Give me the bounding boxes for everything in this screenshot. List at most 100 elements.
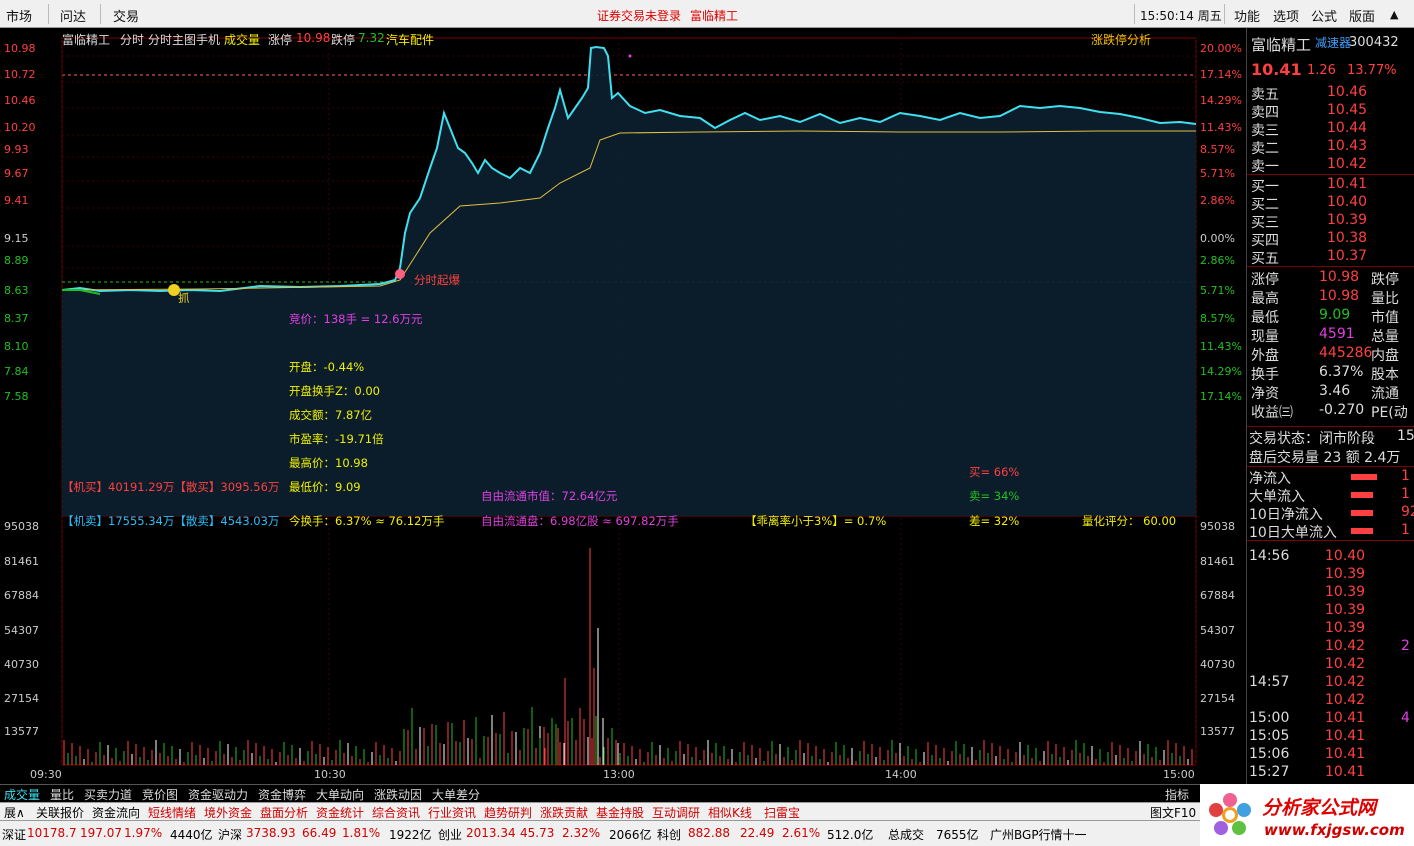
flow-row: 净流入 1 (1247, 468, 1414, 487)
info-tab[interactable]: 互动调研 (652, 804, 700, 821)
panel-divider (1247, 466, 1414, 467)
menu-formula[interactable]: 公式 (1311, 6, 1337, 25)
indicator-button[interactable]: 指标 (1165, 786, 1189, 803)
indicator-tab[interactable]: 买卖力道 (84, 786, 132, 803)
indicator-tab[interactable]: 量比 (50, 786, 74, 803)
stat-value: 10.98 (1319, 269, 1360, 285)
stat-label2: 流通 (1371, 386, 1399, 402)
menu-market[interactable]: 市场 (6, 6, 32, 25)
indicator-tab[interactable]: 大单动向 (316, 786, 364, 803)
tick-time: 14:56 (1249, 548, 1290, 564)
info-tab[interactable]: 资金流向 (92, 804, 140, 821)
collapse-icon[interactable]: ▲ (1390, 8, 1398, 21)
price-tick-left: 9.93 (4, 143, 29, 156)
stock-title: 富临精工 (690, 9, 739, 23)
vol-tick-left: 95038 (4, 520, 39, 533)
info-tab[interactable]: 相似K线 (708, 804, 752, 821)
pct-tick-right: 2.86% (1200, 194, 1235, 207)
menu-options[interactable]: 选项 (1273, 6, 1299, 25)
vol-tick-left: 54307 (4, 624, 39, 637)
pe-annotation: 市盈率：-19.71倍 (289, 432, 384, 446)
sector-label[interactable]: 汽车配件 (386, 31, 434, 48)
stat-label: 净资 (1251, 386, 1279, 402)
price-tick-left: 9.41 (4, 194, 29, 207)
flow-bar (1351, 474, 1377, 480)
limit-analysis-button[interactable]: 涨跌停分析 (1091, 31, 1151, 48)
ask-label: 卖四 (1251, 105, 1279, 121)
sz-pct: 1.97% (124, 826, 163, 840)
tick-price: 10.39 (1325, 602, 1366, 618)
tick-row: 10.42 (1247, 656, 1414, 674)
flow-row: 10日大单流入 1 (1247, 522, 1414, 541)
stat-row: 净资 3.46 流通 (1247, 383, 1414, 402)
bid-row: 买三 10.39 (1247, 212, 1414, 231)
deviation-annotation: 【乖离率小于3%】= 0.7% (745, 514, 887, 528)
vol-tick-right: 40730 (1200, 658, 1235, 671)
panel-stock-name: 富临精工 (1251, 36, 1312, 54)
indicator-tab[interactable]: 竞价图 (142, 786, 178, 803)
login-alert[interactable]: 证券交易未登录 (597, 7, 681, 24)
indicator-tab[interactable]: 大单差分 (432, 786, 480, 803)
stat-value: 9.09 (1319, 307, 1351, 323)
pct-tick-right: 17.14% (1200, 68, 1242, 81)
info-tab[interactable]: 趋势研判 (484, 804, 532, 821)
buy-pct-annotation: 买= 66% (969, 465, 1020, 479)
menu-layout[interactable]: 版面 (1349, 6, 1375, 25)
tick-row: 15:05 10.41 (1247, 728, 1414, 746)
chart-mode2[interactable]: 分时主图手机 (148, 31, 220, 48)
info-tab[interactable]: 扫雷宝 (764, 804, 800, 821)
intraday-chart[interactable]: 10.98 10.72 10.46 10.20 9.93 9.67 9.41 9.15 8.89… (0, 28, 1246, 784)
menu-bar: 市场 问达 交易 证券交易未登录 富临精工 15:50:14 周五 功能 选项 … (0, 0, 1414, 28)
pct-tick-right: 20.00% (1200, 42, 1242, 55)
chart-vol-label: 成交量 (224, 33, 261, 47)
stat-value: 3.46 (1319, 383, 1351, 399)
info-tab[interactable]: 关联报价 (36, 804, 84, 821)
inst-buy-annotation: 【机买】40191.29万【散买】3095.56万 (62, 480, 280, 494)
f10-button[interactable]: 图文F10 (1150, 804, 1196, 821)
info-tab[interactable]: 盘面分析 (260, 804, 308, 821)
info-tab[interactable]: 境外资金 (204, 804, 252, 821)
price-tick-left: 8.37 (4, 312, 29, 325)
clock: 15:50:14 周五 (1140, 9, 1222, 23)
menu-wenda[interactable]: 问达 (60, 6, 86, 25)
tick-row: 10.39 (1247, 602, 1414, 620)
bid-label: 买二 (1251, 197, 1279, 213)
ask-label: 卖一 (1251, 159, 1279, 175)
stat-label2: 总量 (1371, 329, 1399, 345)
ask-label: 卖三 (1251, 123, 1279, 139)
info-tab[interactable]: 涨跌贡献 (540, 804, 588, 821)
indicator-tab[interactable]: 涨跌动因 (374, 786, 422, 803)
server-name[interactable]: 广州BGP行情十一 (990, 826, 1087, 843)
tick-row: 15:27 10.41 (1247, 764, 1414, 782)
stat-label: 最高 (1251, 291, 1279, 307)
dt-value: 7.32 (358, 31, 385, 45)
stat-row: 最低 9.09 市值 (1247, 307, 1414, 326)
hs-label: 沪深 (218, 828, 243, 842)
menu-function[interactable]: 功能 (1234, 6, 1260, 25)
indicator-tab[interactable]: 成交量 (4, 786, 40, 803)
chart-mode[interactable]: 分时 (120, 31, 144, 48)
tick-side: 4 (1401, 710, 1410, 726)
stat-row: 外盘 445286 内盘 (1247, 345, 1414, 364)
chart-stock-name: 富临精工 (62, 33, 111, 47)
info-tab[interactable]: 综合资讯 (372, 804, 420, 821)
info-tab[interactable]: 基金持股 (596, 804, 644, 821)
panel-divider (1247, 174, 1414, 175)
info-tab[interactable]: 资金统计 (316, 804, 364, 821)
menu-trade[interactable]: 交易 (113, 6, 139, 25)
info-tab[interactable]: 展∧ (4, 804, 25, 821)
kc-pct: 2.61% (782, 826, 821, 840)
info-tab[interactable]: 行业资讯 (428, 804, 476, 821)
panel-divider (1247, 426, 1414, 427)
indicator-tab[interactable]: 资金驱动力 (188, 786, 248, 803)
tick-row: 15:00 10.41 4 (1247, 710, 1414, 728)
indicator-tab[interactable]: 资金博弈 (258, 786, 306, 803)
vol-tick-left: 27154 (4, 692, 39, 705)
panel-divider (1247, 266, 1414, 267)
flow-bar (1351, 492, 1373, 498)
price-tick-left: 7.58 (4, 390, 29, 403)
info-tab[interactable]: 短线情绪 (148, 804, 196, 821)
tick-price: 10.41 (1325, 728, 1366, 744)
panel-tag[interactable]: 减速器 (1315, 34, 1351, 51)
total-label: 总成交 (888, 828, 925, 842)
